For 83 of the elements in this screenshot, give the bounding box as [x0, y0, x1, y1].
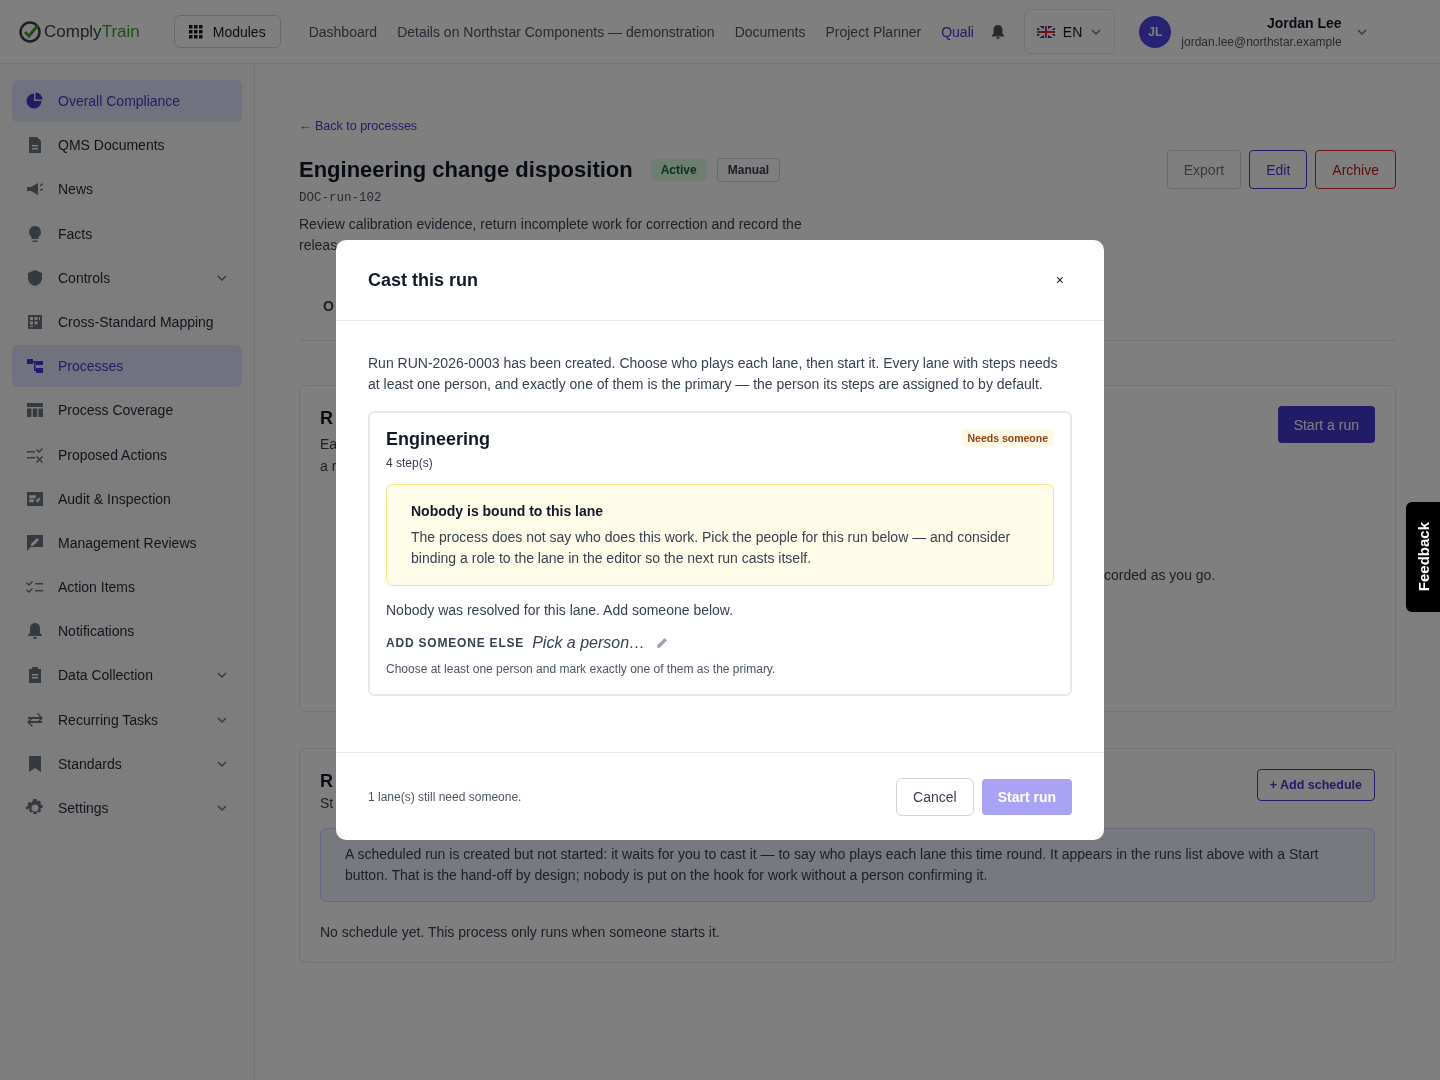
sidebar-item[interactable]: Management Reviews — [12, 521, 242, 564]
sidebar-icon — [26, 268, 44, 287]
sidebar-icon — [26, 754, 44, 773]
sidebar-item[interactable]: Controls — [12, 256, 242, 299]
sidebar-icon — [26, 710, 44, 729]
language-selector[interactable]: EN — [1023, 9, 1116, 54]
close-button[interactable]: × — [1047, 268, 1072, 292]
lane-name: Engineering — [386, 429, 490, 450]
sidebar-item[interactable]: Data Collection — [12, 654, 242, 697]
sidebar-item[interactable]: Action Items — [12, 566, 242, 609]
card-text: a r — [320, 457, 337, 476]
field-label: ADD SOMEONE ELSE — [386, 636, 525, 650]
sidebar-item[interactable]: News — [12, 168, 242, 211]
footer-status: 1 lane(s) still need someone. — [368, 790, 523, 804]
step-count: 4 step(s) — [386, 456, 434, 470]
sidebar-item[interactable]: Settings — [12, 787, 242, 829]
sidebar-icon — [26, 357, 44, 376]
nav-link[interactable]: Documents — [734, 23, 806, 40]
resolution-text: Nobody was resolved for this lane. Add someone below. — [386, 602, 735, 618]
start-run-button[interactable]: Start a run — [1277, 406, 1375, 443]
user-avatar[interactable]: JL — [1139, 15, 1172, 48]
description-line: Review calibration evidence, return incomplete work for correction and record the — [299, 215, 802, 234]
grid-icon — [188, 24, 203, 39]
logo-check-icon — [18, 19, 42, 44]
user-email: jordan.lee@northstar.example — [1181, 34, 1342, 49]
action-button[interactable]: Export — [1166, 150, 1242, 189]
sidebar-item[interactable]: Notifications — [12, 610, 242, 653]
flag-icon — [1036, 25, 1055, 38]
action-button[interactable]: Archive — [1315, 150, 1396, 189]
sidebar-item[interactable]: Facts — [12, 212, 242, 255]
mode-badge: Manual — [716, 157, 781, 182]
sidebar-item[interactable]: Cross-Standard Mapping — [12, 300, 242, 343]
status-badge: Needs someone — [961, 429, 1054, 447]
action-button[interactable]: Edit — [1249, 150, 1308, 189]
sidebar-icon — [26, 533, 44, 552]
pencil-icon[interactable] — [656, 637, 669, 649]
description-line: releas — [299, 236, 338, 255]
sidebar-icon — [26, 224, 44, 243]
nav-link[interactable]: Details on Northstar Components — demonstration — [397, 23, 715, 40]
warning-text: The process does not say who does this work. Pick the people for this run below — and consider binding a role to the lane in the editor so the next run casts itself. — [411, 528, 1012, 568]
sidebar-item[interactable]: Process Coverage — [12, 389, 242, 432]
nav-link[interactable]: Dashboard — [308, 23, 378, 40]
sidebar-icon — [26, 622, 44, 641]
sidebar-item[interactable]: Audit & Inspection — [12, 477, 242, 520]
modules-button[interactable]: Modules — [173, 15, 281, 48]
modal-title: Cast this run — [368, 269, 479, 291]
sidebar-icon — [26, 136, 44, 155]
bell-icon[interactable] — [989, 22, 1006, 41]
sidebar-item[interactable]: Overall Compliance — [12, 80, 242, 122]
sidebar-icon — [26, 312, 44, 331]
sidebar-icon — [26, 666, 44, 685]
card-subtitle: St — [320, 794, 334, 813]
logo-text[interactable]: ComplyTrain — [44, 21, 140, 42]
feedback-tab[interactable]: Feedback — [1406, 502, 1440, 612]
tab[interactable]: O — [323, 298, 334, 314]
sidebar-item[interactable]: Standards — [12, 742, 242, 785]
card-text: Ea — [320, 435, 338, 454]
nav-link[interactable]: Project Planner — [825, 23, 922, 40]
sidebar-item[interactable]: Processes — [12, 345, 242, 388]
nav-link[interactable]: Quali — [941, 23, 974, 40]
cancel-button[interactable]: Cancel — [896, 778, 974, 816]
intro-text: Run RUN-2026-0003 has been created. Choose who plays each lane, then start it. Every lane with steps needs at least one person, and exactly one of them is the primary — the person its steps are assigned to by default. — [368, 354, 1059, 394]
person-field[interactable]: Pick a person… — [532, 634, 649, 652]
sidebar-item[interactable]: QMS Documents — [12, 124, 242, 167]
hint-text: Choose at least one person and mark exactly one of them as the primary. — [386, 662, 777, 676]
user-name: Jordan Lee — [1266, 14, 1342, 31]
card-title: R — [320, 408, 333, 429]
empty-message: No schedule yet. This process only runs when someone starts it. — [320, 924, 721, 940]
sidebar-item[interactable]: Recurring Tasks — [12, 698, 242, 741]
document-code: DOC-run-102 — [299, 191, 383, 205]
warning-title: Nobody is bound to this lane — [411, 503, 605, 519]
page-title: Engineering change disposition — [299, 156, 633, 183]
sidebar-icon — [26, 489, 44, 508]
sidebar-icon — [26, 92, 44, 110]
add-schedule-button[interactable]: + Add schedule — [1256, 769, 1375, 801]
sidebar-icon — [26, 799, 44, 817]
status-badge: Active — [650, 158, 707, 181]
card-title: R — [320, 771, 333, 792]
sidebar-item[interactable]: Proposed Actions — [12, 433, 242, 476]
back-link[interactable]: ← Back to processes — [299, 119, 418, 133]
card-text: corded as you go. — [1104, 567, 1216, 583]
sidebar-icon — [26, 401, 44, 420]
sidebar-icon — [26, 445, 44, 464]
